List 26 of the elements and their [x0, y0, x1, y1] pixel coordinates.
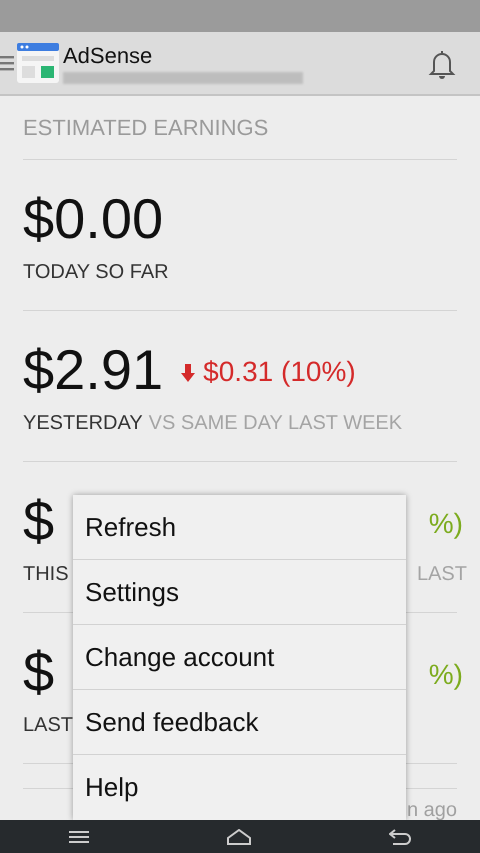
- change-value: %): [428, 658, 463, 692]
- change-value: %): [428, 507, 463, 541]
- earnings-amount: $0.00: [23, 187, 164, 251]
- comparison-label: VS SAME DAY LAST WEEK: [148, 411, 402, 436]
- earnings-amount: $: [23, 640, 54, 704]
- back-icon[interactable]: [389, 828, 411, 844]
- updated-time: n ago: [406, 798, 457, 823]
- menu-item[interactable]: Help: [73, 755, 406, 820]
- app-title: AdSense: [63, 42, 154, 68]
- period-label: THIS: [23, 562, 69, 587]
- period-label: YESTERDAY: [23, 411, 143, 436]
- period-label: TODAY SO FAR: [23, 260, 169, 285]
- app-logo-icon: [17, 43, 59, 83]
- period-label: LAST: [23, 713, 74, 738]
- menu-icon[interactable]: [69, 830, 89, 844]
- section-heading: ESTIMATED EARNINGS: [23, 114, 268, 142]
- menu-item[interactable]: Send feedback: [73, 690, 406, 755]
- home-icon[interactable]: [227, 828, 251, 844]
- notification-bell-icon[interactable]: [428, 49, 456, 79]
- change-value: $0.31 (10%): [203, 355, 356, 389]
- earnings-amount: $: [23, 489, 54, 553]
- comparison-label: LAST: [416, 562, 467, 587]
- earnings-amount: $2.91: [23, 338, 164, 402]
- menu-item[interactable]: Change account: [73, 625, 406, 690]
- menu-item[interactable]: Settings: [73, 560, 406, 625]
- menu-item[interactable]: Refresh: [73, 495, 406, 560]
